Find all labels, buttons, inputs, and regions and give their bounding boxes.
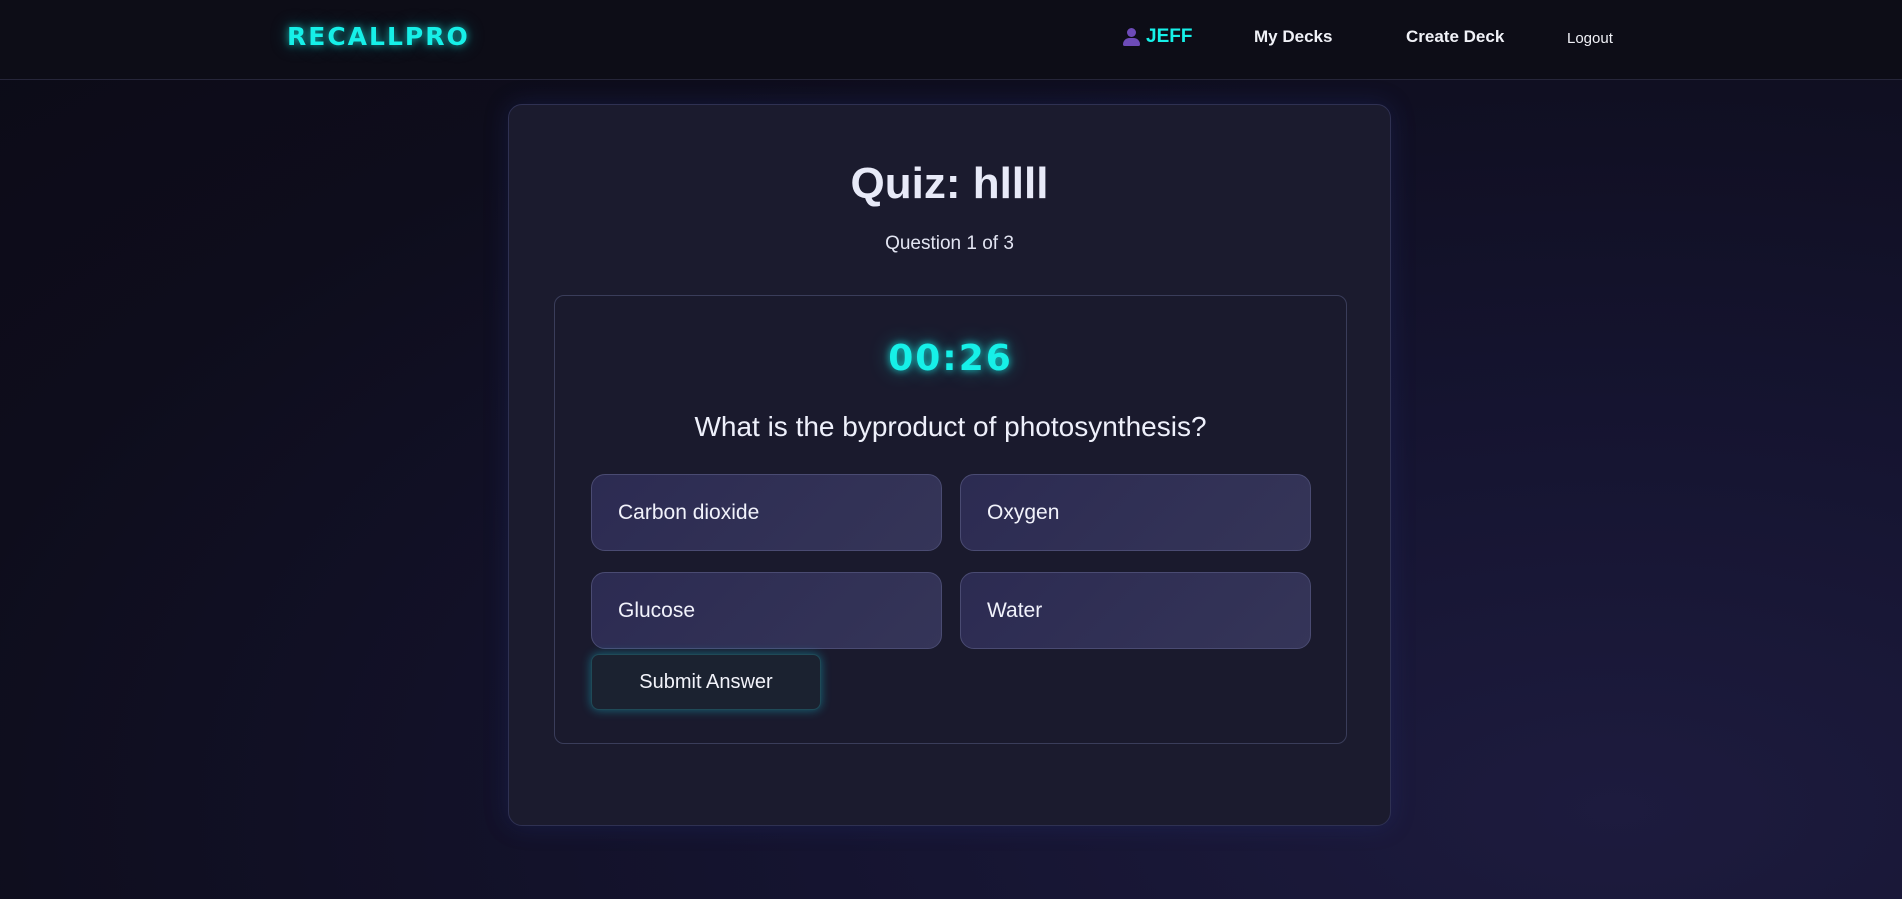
logout-link[interactable]: Logout [1567, 30, 1613, 47]
question-progress: Question 1 of 3 [885, 233, 1014, 254]
submit-answer-button[interactable]: Submit Answer [591, 654, 821, 710]
user-name: JEFF [1146, 26, 1193, 47]
user-icon [1122, 27, 1140, 47]
answer-option[interactable]: Carbon dioxide [591, 474, 942, 551]
quiz-title: Quiz: hllll [850, 159, 1049, 208]
quiz-card: Quiz: hllll Question 1 of 3 00:26 What i… [508, 104, 1391, 826]
brand-logo[interactable]: RECALLPRO [287, 22, 470, 51]
answer-option[interactable]: Oxygen [960, 474, 1311, 551]
answer-option[interactable]: Glucose [591, 572, 942, 649]
nav-user[interactable]: JEFF [1122, 26, 1192, 48]
nav-create-deck-link[interactable]: Create Deck [1406, 27, 1504, 47]
nav-my-decks-link[interactable]: My Decks [1254, 27, 1332, 47]
question-text: What is the byproduct of photosynthesis? [694, 411, 1207, 442]
question-panel: 00:26 What is the byproduct of photosynt… [554, 295, 1347, 744]
countdown-timer: 00:26 [888, 338, 1013, 379]
answer-option[interactable]: Water [960, 572, 1311, 649]
top-navbar: RECALLPRO JEFF My Decks Create Deck Logo… [0, 0, 1902, 80]
